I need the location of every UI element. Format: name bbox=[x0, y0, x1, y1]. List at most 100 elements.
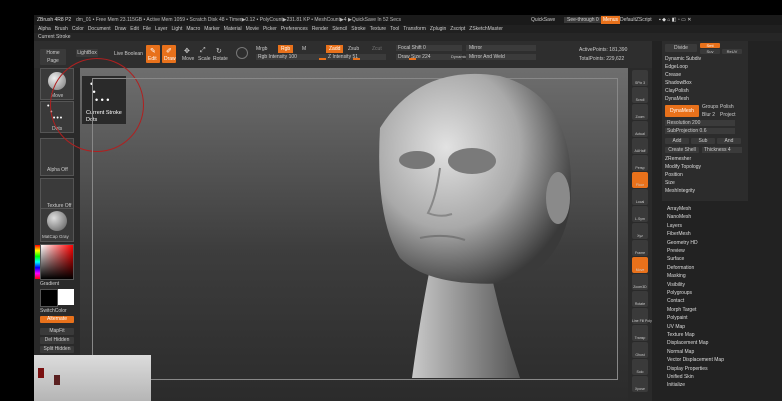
add-button[interactable]: Add bbox=[665, 138, 689, 144]
menu-item[interactable]: Color bbox=[72, 26, 84, 32]
menus-button[interactable]: Menus bbox=[601, 16, 621, 24]
panel-item[interactable]: Preview bbox=[652, 247, 685, 255]
menu-item[interactable]: Light bbox=[171, 26, 182, 32]
material-thumbnail[interactable]: MatCap Gray bbox=[40, 208, 74, 242]
menu-item[interactable]: Preferences bbox=[281, 26, 308, 32]
panel-item[interactable]: Crease bbox=[662, 71, 681, 79]
menu-item[interactable]: Macro bbox=[186, 26, 200, 32]
right-shelf-button[interactable]: Transp bbox=[632, 325, 648, 341]
edit-button[interactable]: Edit ✎ bbox=[146, 45, 160, 63]
rgb-intensity-slider[interactable]: Rgb Intensity 100 bbox=[256, 54, 326, 60]
panel-item[interactable]: ShadowBox bbox=[662, 79, 692, 87]
draw-button[interactable]: Draw ✐ bbox=[162, 45, 176, 63]
polish-toggle[interactable]: Polish bbox=[720, 104, 734, 110]
secondary-color-swatch[interactable] bbox=[58, 289, 74, 305]
sub-button[interactable]: Sub bbox=[691, 138, 715, 144]
right-shelf-button[interactable]: Floor bbox=[632, 172, 648, 188]
menu-item[interactable]: Zplugin bbox=[430, 26, 446, 32]
panel-item[interactable]: Geometry HD bbox=[652, 239, 698, 247]
dynamesh-button[interactable]: DynaMesh bbox=[665, 105, 699, 117]
rgb-button[interactable]: Rgb bbox=[278, 45, 294, 53]
switch-color-button[interactable]: SwitchColor bbox=[40, 308, 67, 314]
zcut-button[interactable]: Zcut bbox=[372, 46, 382, 52]
and-button[interactable]: And bbox=[717, 138, 741, 144]
canvas-viewport[interactable]: • • • • • Current Stroke Dots bbox=[50, 58, 628, 401]
thickness-slider[interactable]: Thickness 4 bbox=[702, 147, 742, 153]
menu-item[interactable]: Stencil bbox=[332, 26, 347, 32]
panel-item[interactable]: Modify Topology bbox=[662, 163, 701, 171]
menu-item[interactable]: Tool bbox=[390, 26, 399, 32]
smt-button[interactable]: Smt bbox=[700, 43, 720, 48]
panel-item[interactable]: Masking bbox=[652, 272, 686, 280]
panel-item[interactable]: Displacement Map bbox=[652, 339, 708, 347]
color-picker[interactable] bbox=[35, 244, 74, 280]
mirror-button[interactable]: Mirror bbox=[466, 45, 536, 51]
menu-item[interactable]: Movie bbox=[246, 26, 259, 32]
blur-slider[interactable]: Blur 2 bbox=[702, 112, 715, 118]
menu-item[interactable]: Marker bbox=[204, 26, 220, 32]
right-shelf-button[interactable]: Zoom3D bbox=[632, 274, 648, 290]
menu-item[interactable]: Material bbox=[224, 26, 242, 32]
m-button[interactable]: M bbox=[302, 46, 306, 52]
gradient-label[interactable]: Gradient bbox=[40, 281, 59, 287]
lightbox-button[interactable]: LightBox bbox=[76, 49, 98, 57]
left-shelf-button[interactable]: Split Hidden bbox=[40, 346, 74, 353]
quicksave-button[interactable]: QuickSave bbox=[531, 17, 555, 23]
panel-item[interactable]: Initialize bbox=[652, 381, 685, 389]
project-toggle[interactable]: Project bbox=[720, 112, 736, 118]
menu-item[interactable]: Render bbox=[312, 26, 328, 32]
move-button[interactable]: Move ✥ bbox=[180, 45, 194, 63]
divide-button[interactable]: Divide bbox=[665, 44, 697, 52]
menu-item[interactable]: Layer bbox=[155, 26, 168, 32]
panel-item[interactable]: DynaMesh bbox=[662, 95, 689, 103]
panel-item[interactable]: Texture Map bbox=[652, 331, 695, 339]
menu-item[interactable]: Picker bbox=[263, 26, 277, 32]
right-shelf-button[interactable]: Move bbox=[632, 257, 648, 273]
zscript-label[interactable]: DefaultZScript bbox=[620, 17, 652, 23]
hue-strip[interactable] bbox=[35, 245, 40, 279]
scale-button[interactable]: Scale ⤢ bbox=[196, 45, 211, 63]
panel-item[interactable]: FiberMesh bbox=[652, 230, 691, 238]
panel-item[interactable]: ClayPolish bbox=[662, 87, 689, 95]
alternate-button[interactable]: Alternate bbox=[40, 316, 74, 323]
right-shelf-button[interactable]: Persp bbox=[632, 155, 648, 171]
panel-item[interactable]: Morph Target bbox=[652, 306, 696, 314]
right-shelf-button[interactable]: Frame bbox=[632, 240, 648, 256]
panel-item[interactable]: Visibility bbox=[652, 281, 685, 289]
create-shell-button[interactable]: Create Shell bbox=[665, 147, 699, 153]
dynamic-button[interactable]: Dynamic bbox=[451, 54, 467, 60]
panel-item[interactable]: Polygroups bbox=[652, 289, 692, 297]
menu-item[interactable]: Transform bbox=[403, 26, 426, 32]
panel-item[interactable]: ZRemesher bbox=[662, 155, 691, 163]
right-shelf-button[interactable]: SPix 3 bbox=[632, 70, 648, 86]
window-controls[interactable]: ▪ ◆ ⌂ ◧ ▫ ▭ ✕ bbox=[659, 17, 691, 23]
menu-item[interactable]: File bbox=[143, 26, 151, 32]
right-shelf-button[interactable]: Xyz bbox=[632, 223, 648, 239]
zadd-button[interactable]: Zadd bbox=[326, 45, 344, 53]
left-shelf-button[interactable]: Del Hidden bbox=[40, 337, 74, 344]
menu-item[interactable]: Document bbox=[88, 26, 111, 32]
mrgb-button[interactable]: Mrgb bbox=[256, 46, 267, 52]
menu-item[interactable]: Edit bbox=[130, 26, 139, 32]
panel-item[interactable]: EdgeLoop bbox=[662, 63, 688, 71]
see-through-slider[interactable]: See-through 0 bbox=[564, 17, 602, 23]
right-shelf-button[interactable]: L.Sym bbox=[632, 206, 648, 222]
menu-item[interactable]: ZSketchMaster bbox=[469, 26, 503, 32]
right-shelf-button[interactable]: Actual bbox=[632, 121, 648, 137]
panel-item[interactable]: ArrayMesh bbox=[652, 205, 691, 213]
home-page-button[interactable]: Home Page bbox=[40, 49, 66, 65]
z-intensity-slider[interactable]: Z Intensity 51 bbox=[326, 54, 386, 60]
right-shelf-button[interactable]: Scroll bbox=[632, 87, 648, 103]
panel-item[interactable]: Deformation bbox=[652, 264, 694, 272]
right-shelf-button[interactable]: Rotate bbox=[632, 291, 648, 307]
panel-item[interactable]: Position bbox=[662, 171, 683, 179]
left-shelf-button[interactable]: MapFit bbox=[40, 328, 74, 335]
live-boolean-button[interactable]: Live Boolean bbox=[114, 51, 143, 57]
reuv-button[interactable]: ReUV bbox=[722, 49, 742, 54]
panel-item[interactable]: Polypaint bbox=[652, 314, 688, 322]
panel-item[interactable]: Size bbox=[662, 179, 675, 187]
menu-item[interactable]: Draw bbox=[115, 26, 127, 32]
focal-shift-slider[interactable]: Focal Shift 0 bbox=[396, 45, 462, 51]
rotate-button[interactable]: Rotate ↻ bbox=[212, 45, 228, 63]
right-shelf-button[interactable]: Ghost bbox=[632, 342, 648, 358]
